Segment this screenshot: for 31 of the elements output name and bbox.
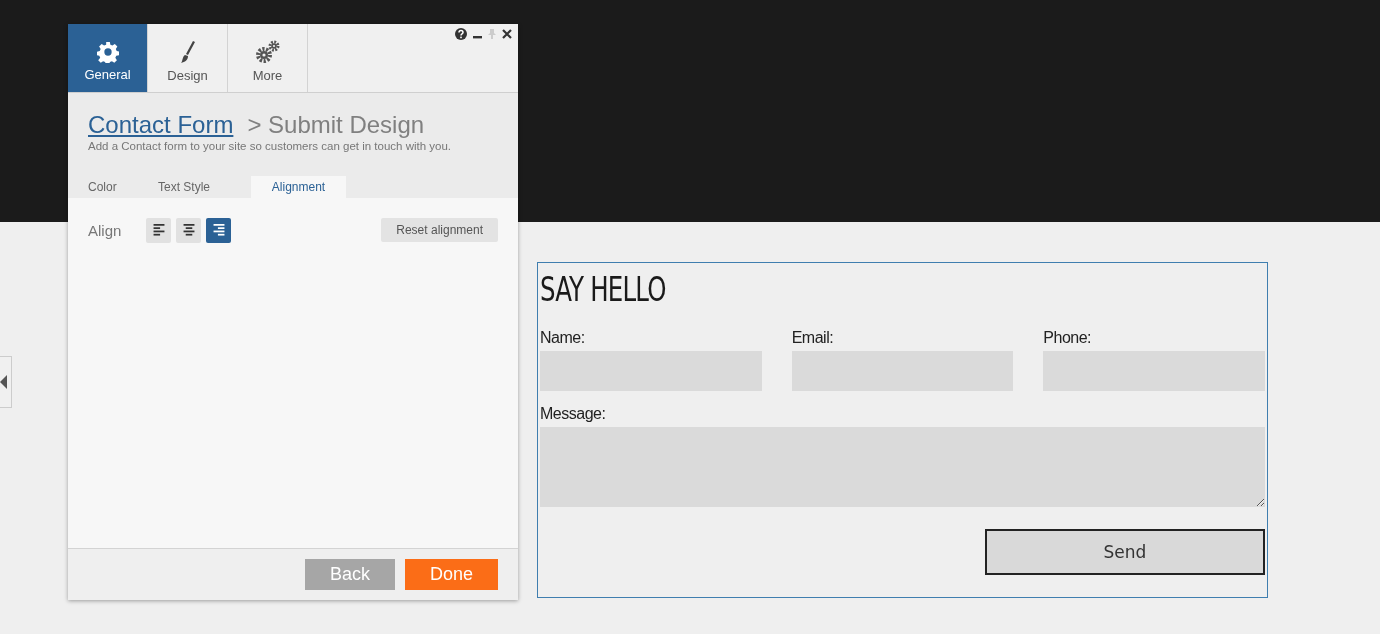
align-right-icon xyxy=(212,224,225,236)
field-label: Email: xyxy=(791,329,834,347)
message-field[interactable] xyxy=(540,427,1265,507)
field-label: Message: xyxy=(540,405,606,423)
collapse-icon xyxy=(0,375,7,389)
panel-tab[interactable]: Design xyxy=(148,24,228,92)
align-label: Align xyxy=(88,221,123,239)
align-left-button[interactable] xyxy=(146,217,171,243)
breadcrumb-link[interactable]: Contact Form xyxy=(88,111,234,139)
breadcrumb-current: > Submit Design xyxy=(247,111,425,139)
form-title: SAY HELLO xyxy=(540,269,666,309)
field-label: Phone: xyxy=(1043,329,1092,347)
help-icon[interactable] xyxy=(455,28,467,40)
panel-toggle[interactable] xyxy=(0,356,12,408)
panel-tab[interactable]: General xyxy=(68,24,148,92)
gear-icon xyxy=(96,40,119,63)
close-icon[interactable] xyxy=(502,29,512,39)
align-center-icon xyxy=(182,224,195,236)
sub-tab[interactable]: Color xyxy=(88,176,158,198)
align-center-button[interactable] xyxy=(176,217,201,243)
panel-tab[interactable]: More xyxy=(228,24,308,92)
sub-tab[interactable]: Alignment xyxy=(251,176,346,198)
sub-tab[interactable]: Text Style xyxy=(158,176,251,198)
align-left-icon xyxy=(152,224,165,236)
brush-icon xyxy=(178,39,197,64)
reset-alignment-button[interactable]: Reset alignment xyxy=(381,218,498,242)
align-right-button[interactable] xyxy=(206,217,231,243)
send-button[interactable]: Send xyxy=(985,529,1265,575)
field-label: Name: xyxy=(540,329,585,347)
description-text: Add a Contact form to your site so customers can get in touch with you. xyxy=(88,140,453,152)
gears-icon xyxy=(254,39,281,64)
